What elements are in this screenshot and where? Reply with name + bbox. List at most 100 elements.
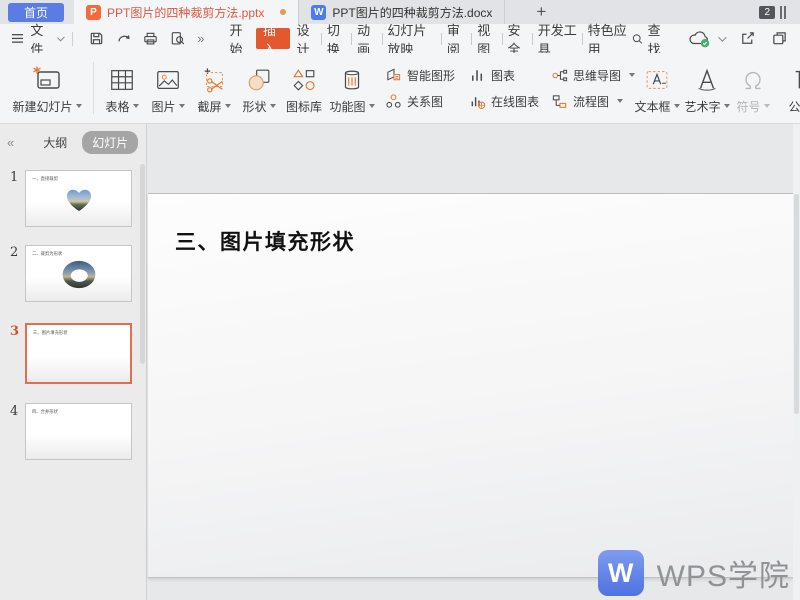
- smart-graphics-button[interactable]: 智能图形: [385, 67, 455, 84]
- flowchart-label: 流程图: [573, 93, 609, 110]
- ribbon-tab-start[interactable]: 开始: [224, 24, 254, 53]
- relation-diagram-icon: [385, 93, 402, 110]
- panel-header: « 大纲 幻灯片: [0, 131, 146, 153]
- ribbon-group-diagrams: 思维导图 流程图: [551, 67, 631, 110]
- window-controls: 2: [759, 6, 786, 19]
- new-window-button[interactable]: [771, 30, 788, 47]
- dropdown-arrow-icon: [76, 104, 82, 108]
- symbol-label: 符号: [736, 98, 760, 115]
- online-chart-label: 在线图表: [491, 93, 539, 110]
- thumbnail-title: 四、合并形状: [32, 408, 58, 414]
- word-art-icon: [693, 62, 721, 98]
- print-button[interactable]: [142, 30, 159, 47]
- share-button[interactable]: [739, 30, 756, 47]
- chevron-down-icon: [718, 33, 726, 41]
- dropdown-arrow-icon: [133, 104, 139, 108]
- online-chart-icon: [469, 93, 486, 110]
- ribbon-tab-dev-tools[interactable]: 开发工具: [533, 24, 582, 53]
- slide-panel: « 大纲 幻灯片 1 一、直接裁剪 2 二、裁剪为形状: [0, 124, 147, 600]
- dropdown-arrow-icon: [724, 104, 730, 108]
- formula-button[interactable]: 公式: [775, 57, 800, 119]
- ribbon-tab-slideshow[interactable]: 幻灯片放映: [382, 24, 441, 53]
- online-chart-button[interactable]: 在线图表: [469, 93, 539, 110]
- ribbon-tab-strip: 开始 插入 设计 切换 动画 幻灯片放映 审阅 视图 安全 开发工具 特色应用: [224, 24, 631, 53]
- new-slide-button[interactable]: 新建幻灯片: [6, 57, 88, 119]
- notification-badge[interactable]: 2: [759, 6, 775, 19]
- table-label: 表格: [105, 98, 129, 115]
- mind-map-button[interactable]: 思维导图: [551, 67, 635, 84]
- ribbon-tab-insert[interactable]: 插入: [256, 28, 290, 49]
- cloud-sync-button[interactable]: [688, 30, 724, 48]
- undo-button[interactable]: [115, 30, 132, 47]
- slide-thumbnail-1[interactable]: 一、直接裁剪: [25, 170, 132, 227]
- ribbon-tab-animation[interactable]: 动画: [352, 24, 382, 53]
- chart-button[interactable]: 图表: [469, 67, 515, 84]
- thumbnail-title: 一、直接裁剪: [32, 175, 58, 181]
- wps-logo: W: [598, 550, 644, 596]
- shapes-label: 形状: [242, 98, 266, 115]
- symbol-button[interactable]: 符号: [731, 57, 775, 119]
- ring-picture: [61, 259, 97, 290]
- picture-label: 图片: [151, 98, 175, 115]
- window-layout-icon[interactable]: [778, 6, 786, 19]
- ribbon-group-charts: 图表 在线图表: [469, 67, 551, 110]
- picture-button[interactable]: 图片: [145, 57, 191, 119]
- slide-page[interactable]: 三、图片填充形状: [148, 193, 793, 578]
- chevron-down-icon: [57, 33, 65, 41]
- flowchart-button[interactable]: 流程图: [551, 93, 623, 110]
- divider: [72, 32, 73, 46]
- slide-thumbnail-4[interactable]: 四、合并形状: [25, 403, 132, 460]
- symbol-omega-icon: [739, 62, 767, 98]
- dropdown-arrow-icon: [674, 104, 680, 108]
- divider: [93, 62, 94, 114]
- slide-thumbnail-3-selected[interactable]: 三、图片填充形状: [25, 323, 132, 384]
- table-icon: [108, 62, 136, 98]
- panel-scrollbar[interactable]: [140, 164, 145, 364]
- slide-number: 4: [10, 404, 18, 419]
- text-box-icon: [643, 62, 671, 98]
- slides-tab[interactable]: 幻灯片: [82, 131, 138, 154]
- hamburger-menu-icon[interactable]: [12, 33, 23, 44]
- word-art-button[interactable]: 艺术字: [683, 57, 731, 119]
- slide-canvas: 三、图片填充形状 W WPS学院: [148, 124, 800, 600]
- new-window-icon: [771, 30, 788, 47]
- ribbon-tab-security[interactable]: 安全: [502, 24, 532, 53]
- find-button[interactable]: 查找: [632, 20, 668, 58]
- screenshot-label: 截屏: [197, 98, 221, 115]
- slide-thumbnail-2[interactable]: 二、裁剪为形状: [25, 245, 132, 302]
- function-diagram-button[interactable]: 功能图: [327, 57, 377, 119]
- more-tools-icon[interactable]: »: [197, 31, 204, 46]
- screenshot-button[interactable]: 截屏: [191, 57, 237, 119]
- ribbon-tab-view[interactable]: 视图: [472, 24, 502, 53]
- screenshot-scissors-icon: [200, 62, 228, 98]
- ribbon-toolbar: 新建幻灯片 表格 图片: [0, 53, 800, 124]
- ribbon-tab-featured-apps[interactable]: 特色应用: [583, 24, 632, 53]
- find-label: 查找: [648, 20, 668, 58]
- ribbon-tab-design[interactable]: 设计: [292, 24, 322, 53]
- chart-icon: [469, 67, 486, 84]
- function-diagram-icon: [338, 62, 366, 98]
- table-button[interactable]: 表格: [99, 57, 145, 119]
- print-preview-button[interactable]: [169, 30, 186, 47]
- formula-pi-icon: [791, 62, 800, 98]
- relation-diagram-button[interactable]: 关系图: [385, 93, 443, 110]
- save-button[interactable]: [88, 30, 105, 47]
- shapes-icon: [245, 62, 273, 98]
- search-icon: [632, 32, 643, 46]
- slide-title[interactable]: 三、图片填充形状: [175, 226, 355, 256]
- ribbon-tab-review[interactable]: 审阅: [442, 24, 472, 53]
- picture-icon: [154, 62, 182, 98]
- text-box-button[interactable]: 文本框: [631, 57, 683, 119]
- function-diagram-label: 功能图: [329, 98, 365, 115]
- dropdown-arrow-icon: [179, 104, 185, 108]
- scrollbar-thumb[interactable]: [794, 194, 799, 414]
- ribbon-tab-transition[interactable]: 切换: [322, 24, 352, 53]
- canvas-scrollbar[interactable]: [793, 124, 800, 600]
- icon-library-button[interactable]: 图标库: [281, 57, 327, 119]
- file-menu[interactable]: 文件: [30, 20, 51, 58]
- collapse-panel-icon[interactable]: «: [7, 135, 14, 150]
- outline-tab[interactable]: 大纲: [43, 134, 67, 151]
- wps-presentation-window: 首页 P PPT图片的四种裁剪方法.pptx W PPT图片的四种裁剪方法.do…: [0, 0, 800, 600]
- shapes-button[interactable]: 形状: [237, 57, 281, 119]
- icon-library-label: 图标库: [286, 98, 322, 115]
